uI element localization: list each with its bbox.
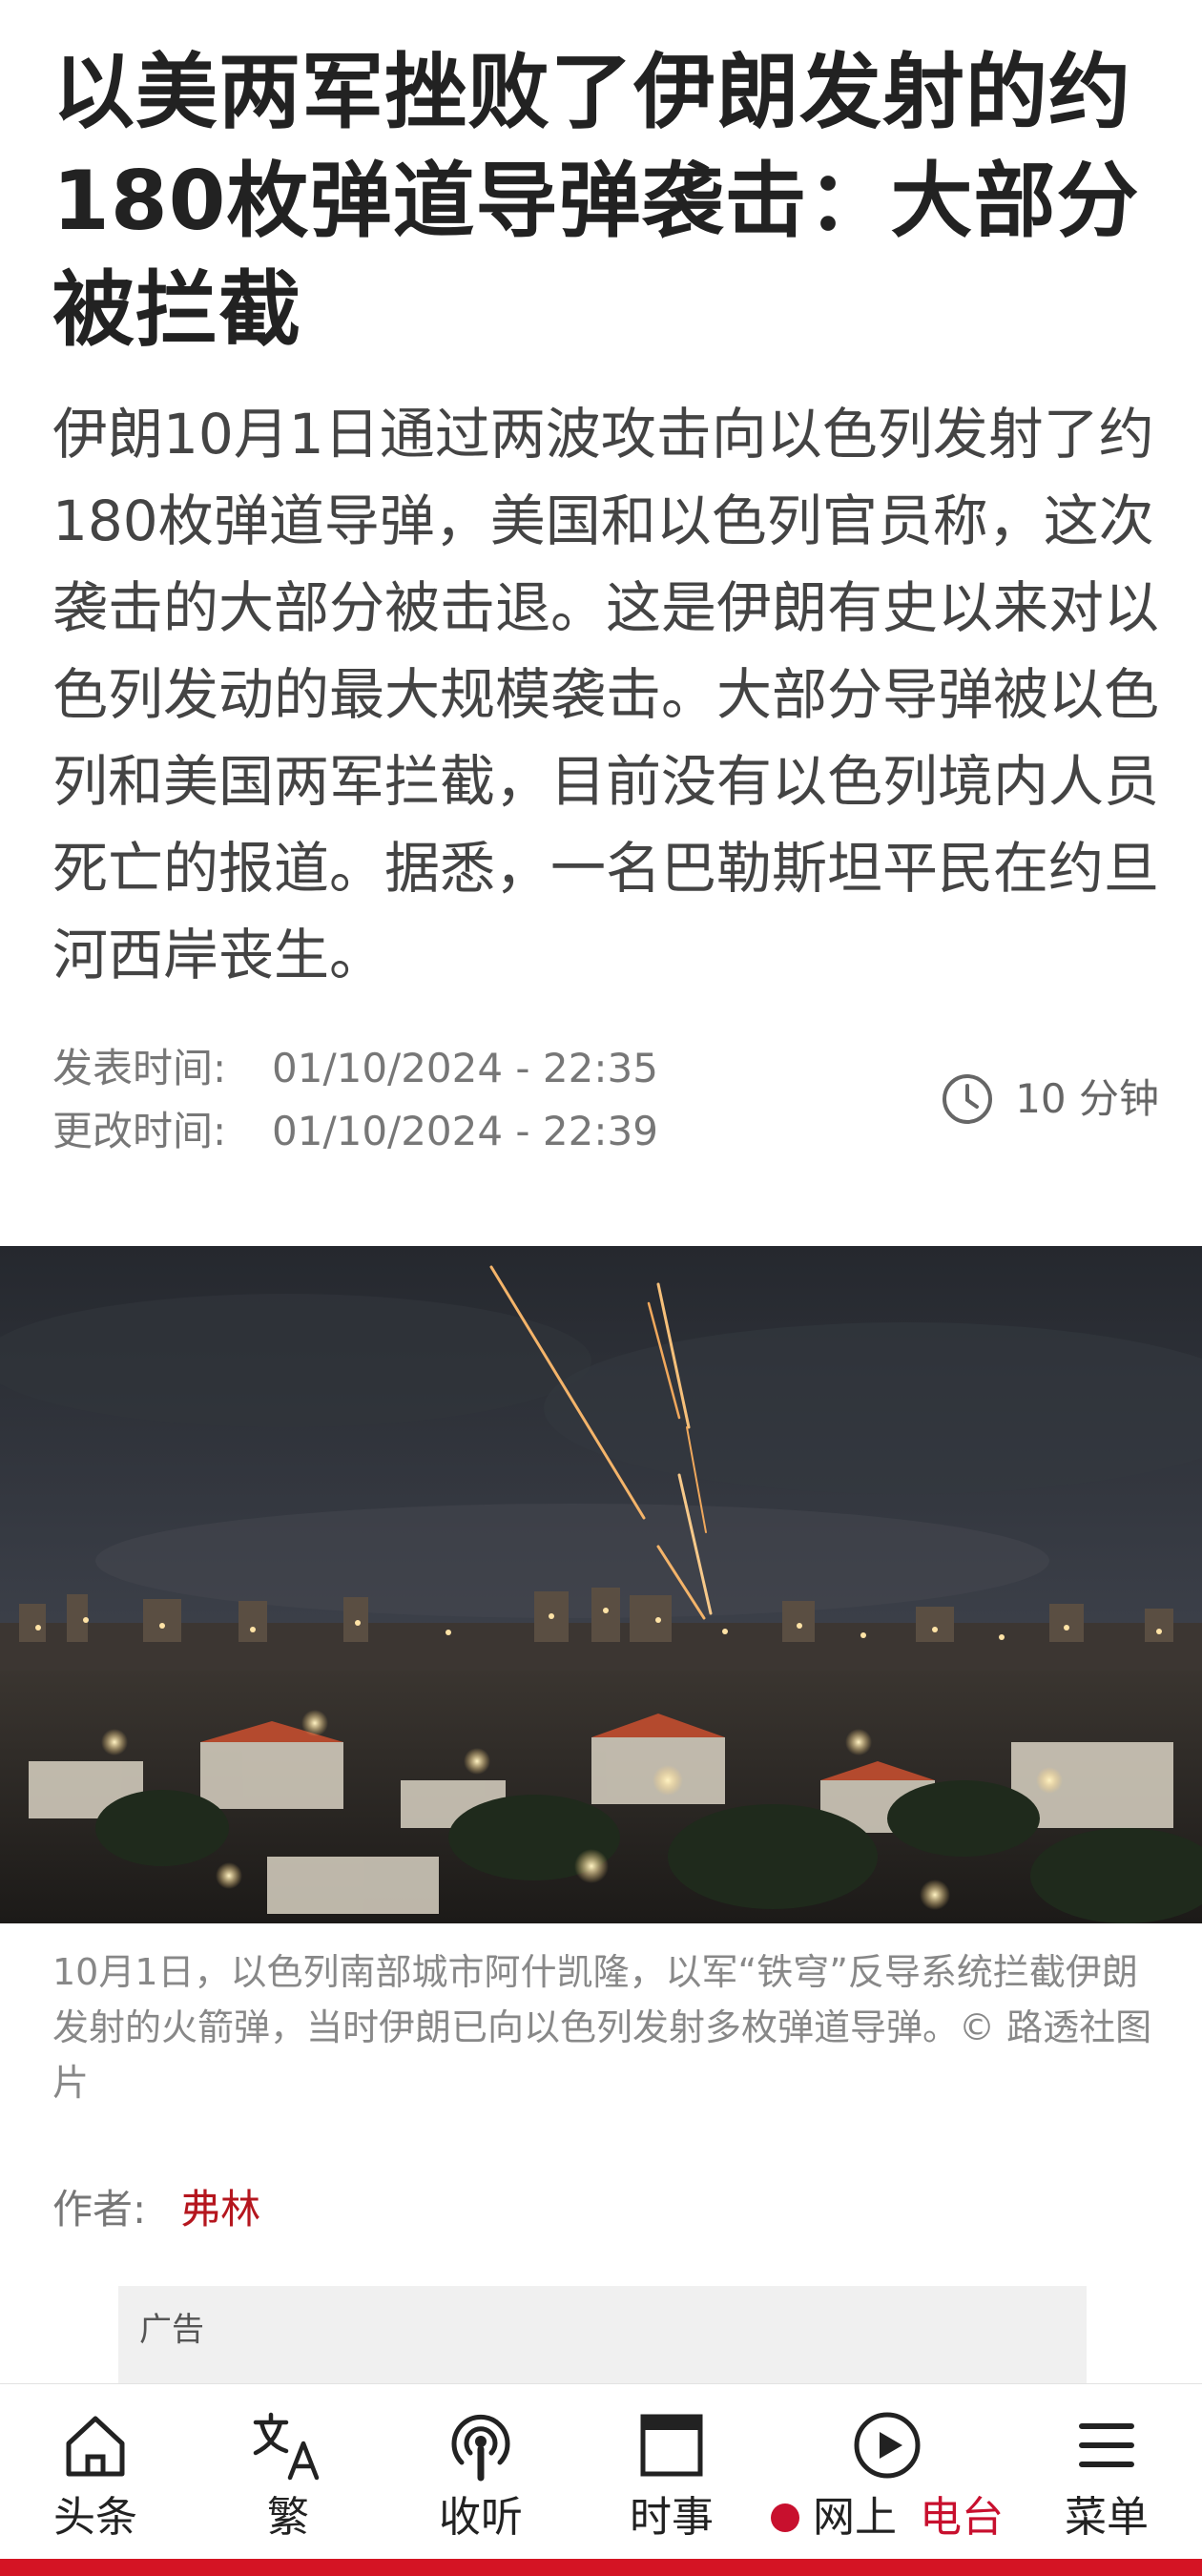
nav-label-radio: 电台 bbox=[920, 2493, 1004, 2542]
read-time: 10 分钟 bbox=[939, 1070, 1159, 1128]
article-photo[interactable] bbox=[0, 1246, 1202, 1923]
published-value: 01/10/2024 - 22:35 bbox=[272, 1045, 658, 1091]
live-dot bbox=[771, 2503, 799, 2532]
ad-label: 广告 bbox=[139, 2311, 204, 2349]
updated-value: 01/10/2024 - 22:39 bbox=[272, 1108, 658, 1154]
nav-label-online: 网上 bbox=[813, 2493, 897, 2542]
nav-current-affairs[interactable]: 时事 bbox=[586, 2405, 757, 2558]
bottom-navigation: 头条 繁 收听 时事 网上 电台 菜单 bbox=[0, 2383, 1202, 2576]
nav-listen[interactable]: 收听 bbox=[395, 2405, 567, 2558]
clock-icon bbox=[943, 1074, 993, 1124]
article-title: 以美两军挫败了伊朗发射的约180枚弹道导弹袭击：大部分被拦截 bbox=[52, 45, 1140, 358]
nav-headlines[interactable]: 头条 bbox=[10, 2405, 181, 2558]
nav-label-traditional: 繁 bbox=[267, 2493, 309, 2542]
updated-label: 更改时间: bbox=[52, 1108, 227, 1154]
article-summary: 伊朗10月1日通过两波攻击向以色列发射了约180枚弹道导弹，美国和以色列官员称，… bbox=[52, 402, 1160, 987]
menu-icon bbox=[1079, 2423, 1134, 2467]
translate-icon bbox=[253, 2412, 320, 2481]
night-city-interception-image bbox=[0, 1246, 1202, 1923]
home-icon bbox=[66, 2416, 125, 2477]
nav-label-headlines: 头条 bbox=[53, 2493, 137, 2542]
published-label: 发表时间: bbox=[52, 1045, 227, 1091]
news-icon bbox=[640, 2414, 703, 2477]
play-icon bbox=[854, 2412, 921, 2479]
podcast-icon bbox=[451, 2414, 510, 2482]
published-row: 发表时间: 01/10/2024 - 22:35 bbox=[52, 1040, 658, 1097]
nav-label-online-radio: 网上 电台 bbox=[771, 2491, 1004, 2545]
nav-label-menu: 菜单 bbox=[1065, 2493, 1149, 2542]
advertisement[interactable]: 广告 bbox=[118, 2286, 1087, 2391]
photo-caption: 10月1日，以色列南部城市阿什凯隆，以军“铁穹”反导系统拦截伊朗发射的火箭弹，当… bbox=[52, 1951, 1152, 2104]
author-link[interactable]: 弗林 bbox=[180, 2186, 260, 2233]
read-time-value: 10 分钟 bbox=[1015, 1075, 1159, 1122]
author-line: 作者: 弗林 bbox=[52, 2181, 260, 2238]
nav-online-radio[interactable]: 网上 电台 bbox=[763, 2405, 1011, 2558]
brand-bar bbox=[0, 2559, 1202, 2576]
nav-label-listen: 收听 bbox=[439, 2493, 523, 2542]
updated-row: 更改时间: 01/10/2024 - 22:39 bbox=[52, 1103, 658, 1160]
nav-traditional[interactable]: 繁 bbox=[202, 2405, 374, 2558]
nav-label-current-affairs: 时事 bbox=[630, 2493, 714, 2542]
nav-menu[interactable]: 菜单 bbox=[1021, 2405, 1192, 2558]
article-meta: 发表时间: 01/10/2024 - 22:35 更改时间: 01/10/2024 … bbox=[52, 1040, 1159, 1174]
article-page: 以美两军挫败了伊朗发射的约180枚弹道导弹袭击：大部分被拦截 伊朗10月1日通过… bbox=[0, 0, 1202, 2576]
author-label: 作者: bbox=[52, 2186, 147, 2233]
